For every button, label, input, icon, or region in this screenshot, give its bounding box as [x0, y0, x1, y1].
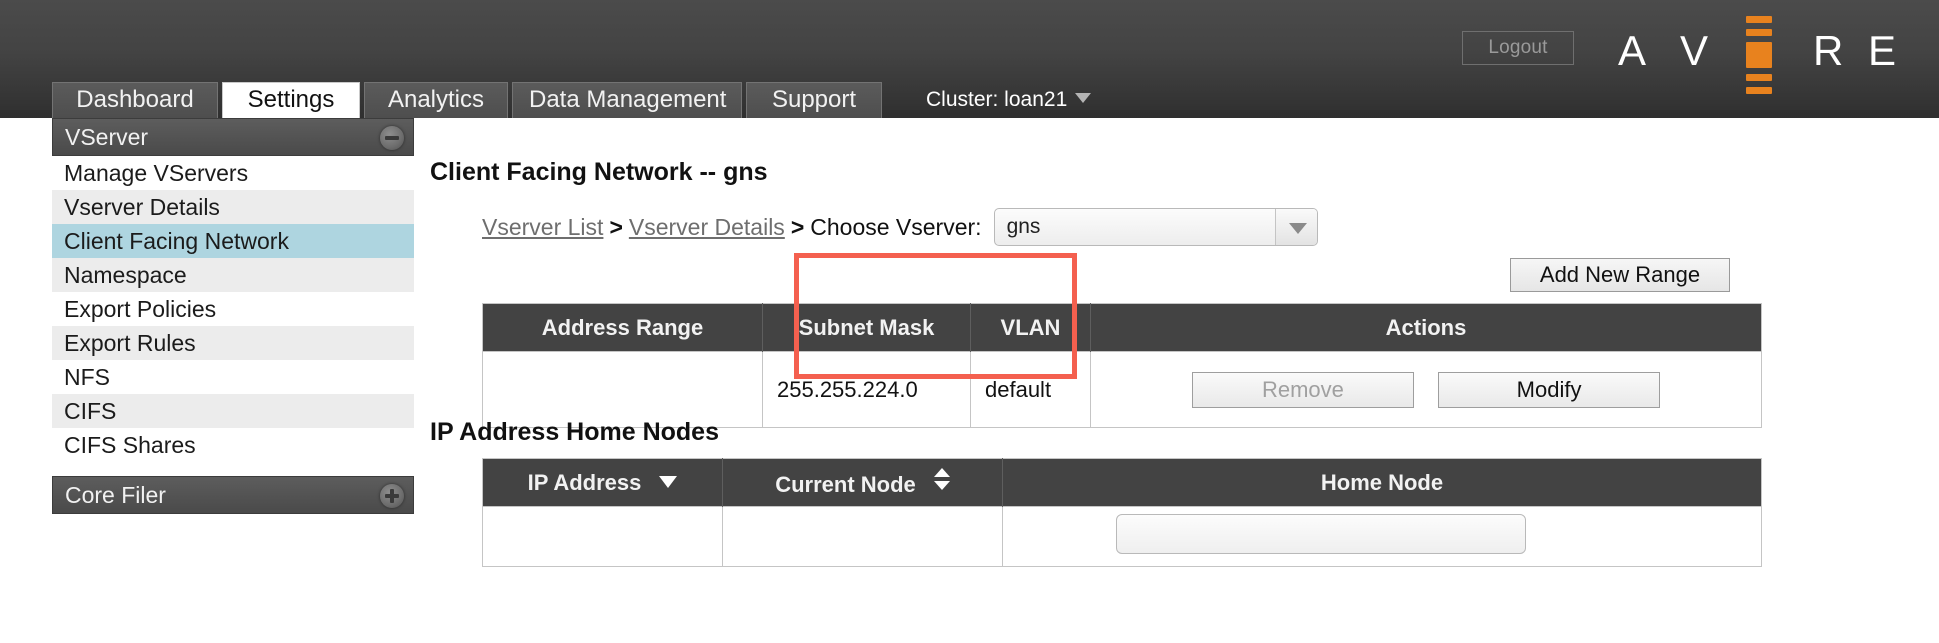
home-node-dropdown[interactable]: [1116, 514, 1526, 554]
collapse-icon[interactable]: [380, 126, 404, 150]
remove-button[interactable]: Remove: [1191, 371, 1414, 408]
sidebar-item-cifs[interactable]: CIFS: [52, 394, 414, 428]
page-title: Client Facing Network -- gns: [430, 158, 768, 186]
sidebar-item-nfs[interactable]: NFS: [52, 360, 414, 394]
content-area: VServer Manage VServers Vserver Details …: [0, 118, 1939, 643]
table-row: 255.255.224.0 default Remove Modify: [482, 351, 1762, 428]
sort-unsorted-icon[interactable]: [933, 467, 950, 490]
column-header-vlan[interactable]: VLAN: [970, 303, 1091, 352]
home-nodes-section-title: IP Address Home Nodes: [430, 418, 719, 446]
breadcrumb-separator-1: >: [609, 213, 623, 240]
column-header-current-node[interactable]: Current Node: [722, 458, 1003, 507]
tab-dashboard[interactable]: Dashboard: [52, 82, 218, 118]
avere-logo: A V R E: [1618, 10, 1908, 94]
sidebar-item-manage-vservers[interactable]: Manage VServers: [52, 156, 414, 190]
sidebar-item-cifs-shares[interactable]: CIFS Shares: [52, 428, 414, 462]
sidebar-item-vserver-details[interactable]: Vserver Details: [52, 190, 414, 224]
cell-actions: Remove Modify: [1090, 351, 1762, 428]
cell-address-range: [482, 351, 763, 428]
breadcrumb-link-vserver-details[interactable]: Vserver Details: [629, 214, 785, 241]
tab-data-management[interactable]: Data Management: [512, 82, 742, 118]
address-ranges-table: Address Range Subnet Mask VLAN Actions 2…: [482, 303, 1762, 428]
cell-ip-address: [482, 506, 723, 567]
cell-vlan: default: [970, 351, 1091, 428]
cell-home-node: [1002, 506, 1762, 567]
tab-analytics[interactable]: Analytics: [364, 82, 508, 118]
column-header-actions[interactable]: Actions: [1090, 303, 1762, 352]
logo-letter-e: E: [1868, 27, 1897, 74]
logo-letter-v: V: [1680, 27, 1709, 74]
column-header-ip-address[interactable]: IP Address: [482, 458, 723, 507]
logout-button[interactable]: Logout: [1462, 31, 1574, 65]
tab-settings[interactable]: Settings: [222, 82, 360, 118]
column-header-subnet-mask[interactable]: Subnet Mask: [762, 303, 971, 352]
column-header-home-node[interactable]: Home Node: [1002, 458, 1762, 507]
table-row: [482, 506, 1762, 567]
sidebar-group-vserver[interactable]: VServer: [52, 118, 414, 156]
sidebar-item-export-rules[interactable]: Export Rules: [52, 326, 414, 360]
column-header-current-node-label: Current Node: [775, 471, 916, 497]
main-navigation-tabs: Dashboard Settings Analytics Data Manage…: [0, 82, 1939, 118]
column-header-ip-address-label: IP Address: [527, 469, 642, 495]
column-header-address-range[interactable]: Address Range: [482, 303, 763, 352]
cell-current-node: [722, 506, 1003, 567]
logo-letter-r: R: [1813, 27, 1844, 74]
sidebar-item-export-policies[interactable]: Export Policies: [52, 292, 414, 326]
sidebar-group-vserver-label: VServer: [65, 124, 149, 150]
sidebar-item-namespace[interactable]: Namespace: [52, 258, 414, 292]
application-window: Logout A V R E Dashboard Settings Analyt…: [0, 0, 1939, 643]
breadcrumb-separator-2: >: [790, 213, 805, 240]
sort-descending-icon[interactable]: [659, 475, 678, 488]
tab-support[interactable]: Support: [746, 82, 882, 118]
vserver-dropdown[interactable]: gns: [993, 208, 1318, 246]
vserver-dropdown-value: gns: [1006, 215, 1041, 238]
table-header-row: IP Address Current Node Home Node: [482, 458, 1762, 507]
cluster-selector[interactable]: Cluster: loan21: [926, 82, 1092, 118]
chevron-down-icon: [1075, 93, 1092, 103]
modify-button[interactable]: Modify: [1438, 371, 1661, 408]
breadcrumb: Vserver List > Vserver Details > Choose …: [482, 208, 1318, 246]
sidebar-group-core-filer-label: Core Filer: [65, 482, 166, 508]
cell-subnet-mask: 255.255.224.0: [762, 351, 971, 428]
chevron-down-icon[interactable]: [1274, 209, 1317, 245]
sidebar-divider: [52, 462, 414, 476]
cluster-selector-label: Cluster: loan21: [926, 88, 1068, 111]
add-new-range-button[interactable]: Add New Range: [1510, 258, 1730, 292]
choose-vserver-label: Choose Vserver:: [810, 213, 982, 240]
ip-address-home-nodes-table: IP Address Current Node Home Node: [482, 458, 1762, 567]
expand-icon[interactable]: [380, 484, 404, 508]
settings-sidebar: VServer Manage VServers Vserver Details …: [52, 118, 414, 514]
table-header-row: Address Range Subnet Mask VLAN Actions: [482, 303, 1762, 352]
sidebar-item-client-facing-network[interactable]: Client Facing Network: [52, 224, 414, 258]
sidebar-group-core-filer[interactable]: Core Filer: [52, 476, 414, 514]
logo-letter-a: A: [1618, 27, 1647, 74]
breadcrumb-link-vserver-list[interactable]: Vserver List: [482, 214, 603, 241]
